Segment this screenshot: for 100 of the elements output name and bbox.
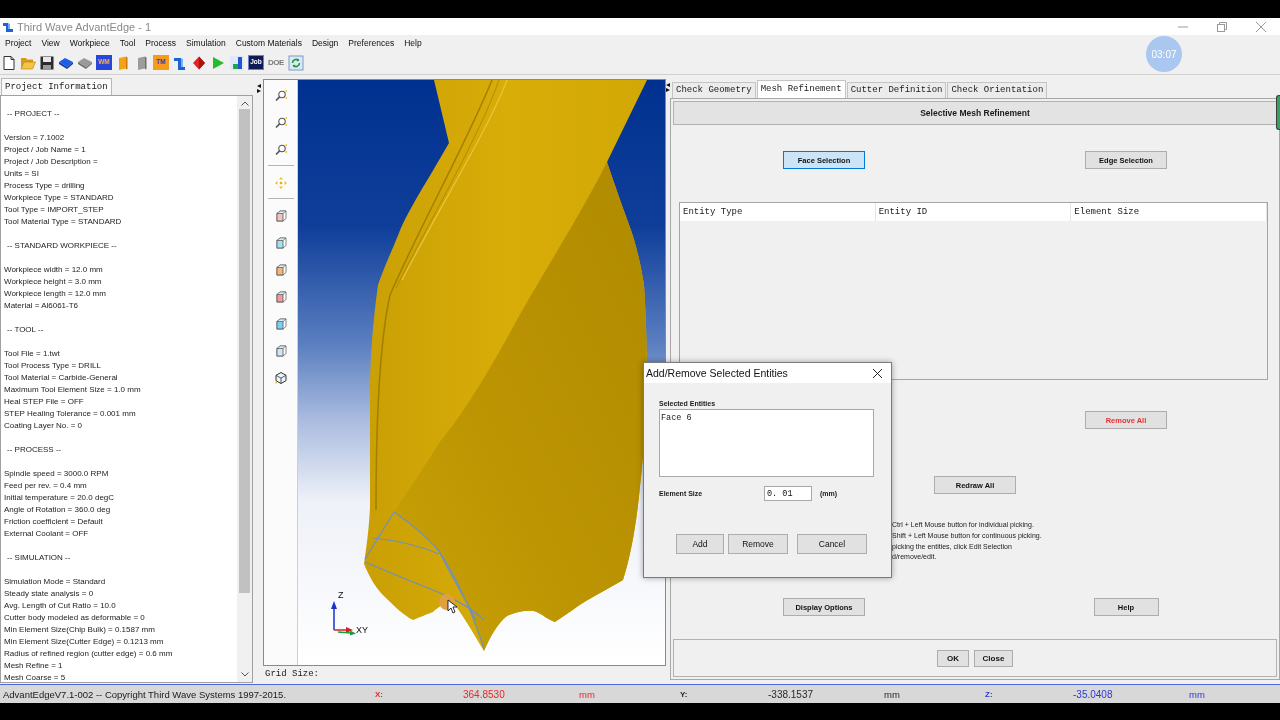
- tab[interactable]: Check Orientation: [947, 82, 1048, 98]
- unit-label: mm: [1189, 688, 1205, 700]
- menu-item[interactable]: Process: [140, 38, 182, 48]
- magnifier-frame-icon[interactable]: [273, 115, 288, 130]
- section-heading: -- TOOL --: [6, 324, 44, 336]
- column-header[interactable]: Entity ID: [875, 203, 1072, 221]
- info-line: Initial temperature = 20.0 degC: [4, 492, 115, 504]
- coordinate-value: -35.0408: [1073, 688, 1113, 700]
- menu-item[interactable]: Preferences: [343, 38, 400, 48]
- rotate-icon[interactable]: [273, 370, 288, 385]
- info-line: Cutter body modeled as deformable = 0: [4, 612, 145, 624]
- save-icon[interactable]: [39, 54, 55, 71]
- menu-item[interactable]: Simulation: [181, 38, 231, 48]
- edge-handle[interactable]: [1276, 95, 1280, 130]
- info-line: Avg. Length of Cut Ratio = 10.0: [4, 600, 116, 612]
- splitter-arrows-icon[interactable]: [666, 83, 670, 92]
- close-button[interactable]: Close: [974, 649, 1013, 667]
- column-header[interactable]: Element Size: [1071, 203, 1267, 221]
- magnifier-icon[interactable]: [273, 88, 288, 103]
- info-line: Material = Al6061-T6: [4, 300, 79, 312]
- info-line: Project / Job Description =: [4, 156, 98, 168]
- menu-item[interactable]: Help: [399, 38, 427, 48]
- chart-icon[interactable]: [229, 54, 245, 71]
- cube-view-icon[interactable]: [273, 316, 288, 331]
- scrollbar-thumb[interactable]: [239, 109, 250, 593]
- close-icon[interactable]: [873, 368, 882, 378]
- info-line: Workpiece height = 3.0 mm: [4, 276, 102, 288]
- info-line: Steady state analysis = 0: [4, 588, 94, 600]
- magnifier-icon[interactable]: [273, 142, 288, 157]
- info-line: Radius of refined region (cutter edge) = 0.6 mm: [4, 648, 173, 660]
- x-axis-arrow: [333, 627, 353, 633]
- info-line: Mesh Coarse = 5: [4, 672, 66, 682]
- tab[interactable]: Cutter Definition: [846, 82, 947, 98]
- scrollbar[interactable]: [237, 96, 252, 682]
- cube-view-icon[interactable]: [273, 289, 288, 304]
- info-line: Units = SI: [4, 168, 39, 180]
- coordinate-value: 364.8530: [463, 688, 505, 700]
- grid-size-label: Grid Size:: [265, 669, 319, 679]
- chevron-up-icon[interactable]: [240, 101, 249, 106]
- info-line: Workpiece length = 12.0 mm: [4, 288, 106, 300]
- section-heading: -- PROCESS --: [6, 444, 62, 456]
- menu-item[interactable]: Workpiece: [64, 38, 115, 48]
- section-header: Selective Mesh Refinement: [673, 101, 1277, 125]
- tab[interactable]: Mesh Refinement: [756, 80, 846, 98]
- y-axis-arrow: [337, 630, 356, 636]
- info-line: Spindle speed = 3000.0 RPM: [4, 468, 109, 480]
- info-line: Feed per rev. = 0.4 mm: [4, 480, 87, 492]
- menu-item[interactable]: Tool: [114, 38, 141, 48]
- axis-label: Z: [338, 590, 344, 600]
- cube-view-icon[interactable]: [273, 208, 288, 223]
- coordinate-label: X:: [375, 689, 383, 699]
- info-line: Workpiece width = 12.0 mm: [4, 264, 103, 276]
- element-size-input[interactable]: 0. 01: [764, 486, 812, 501]
- info-line: Min Element Size(Cutter Edge) = 0.1213 mm: [4, 636, 164, 648]
- diamond-icon[interactable]: [191, 54, 207, 71]
- unit-label: mm: [579, 688, 595, 700]
- cube-view-icon[interactable]: [273, 343, 288, 358]
- info-line: Min Element Size(Chip Bulk) = 0.1587 mm: [4, 624, 155, 636]
- coordinate-label: Y:: [680, 689, 688, 699]
- ok-button[interactable]: OK: [937, 649, 969, 667]
- info-line: Tool Type = IMPORT_STEP: [4, 204, 104, 216]
- section-heading: -- PROJECT --: [6, 108, 60, 120]
- cube-view-icon[interactable]: [273, 262, 288, 277]
- menu-item[interactable]: View: [36, 38, 65, 48]
- unit-label: mm: [884, 688, 900, 700]
- menu-item[interactable]: Design: [306, 38, 344, 48]
- cube-view-icon[interactable]: [273, 235, 288, 250]
- column-header[interactable]: Entity Type: [680, 203, 876, 221]
- tab[interactable]: Check Geometry: [672, 82, 756, 98]
- info-line: Angle of Rotation = 360.0 deg: [4, 504, 111, 516]
- info-line: Workpiece Type = STANDARD: [4, 192, 114, 204]
- panel-tab[interactable]: Project Information: [1, 78, 112, 95]
- info-line: Simulation Mode = Standard: [4, 576, 106, 588]
- info-line: Coating Layer No. = 0: [4, 420, 83, 432]
- dialog-button[interactable]: Cancel: [797, 534, 867, 554]
- refresh-icon[interactable]: [288, 54, 304, 71]
- info-line: Mesh Refine = 1: [4, 660, 63, 672]
- coordinate-value: -338.1537: [768, 688, 814, 700]
- window-title: Third Wave AdvantEdge - 1: [17, 20, 152, 33]
- info-line: STEP Healing Tolerance = 0.001 mm: [4, 408, 136, 420]
- splitter-arrows-icon[interactable]: [257, 84, 261, 93]
- z-axis-arrow: [331, 601, 337, 631]
- coordinate-label: Z:: [985, 689, 993, 699]
- app-logo-icon: [3, 21, 13, 32]
- menu-item[interactable]: Project: [0, 38, 37, 48]
- dialog-button[interactable]: Add: [676, 534, 724, 554]
- info-line: Tool Process Type = DRILL: [4, 360, 101, 372]
- info-line: Tool Material Type = STANDARD: [4, 216, 122, 228]
- toolbar-tile-button[interactable]: DOE: [267, 55, 285, 70]
- info-line: Maximum Tool Element Size = 1.0 mm: [4, 384, 141, 396]
- info-line: Tool Material = Carbide-General: [4, 372, 118, 384]
- dialog-button[interactable]: Remove: [728, 534, 788, 554]
- copyright-text: AdvantEdgeV7.1-002 -- Copyright Third Wave Systems 1997-2015.: [2, 688, 288, 700]
- restore-icon[interactable]: [1216, 21, 1227, 32]
- axis-label: X: [356, 625, 362, 635]
- selected-entities-list[interactable]: Face 6: [659, 409, 874, 477]
- new-file-icon[interactable]: [1, 54, 17, 71]
- mouse-pointer-icon: [447, 599, 458, 614]
- chevron-down-icon[interactable]: [240, 672, 249, 677]
- menu-item[interactable]: Custom Materials: [230, 38, 307, 48]
